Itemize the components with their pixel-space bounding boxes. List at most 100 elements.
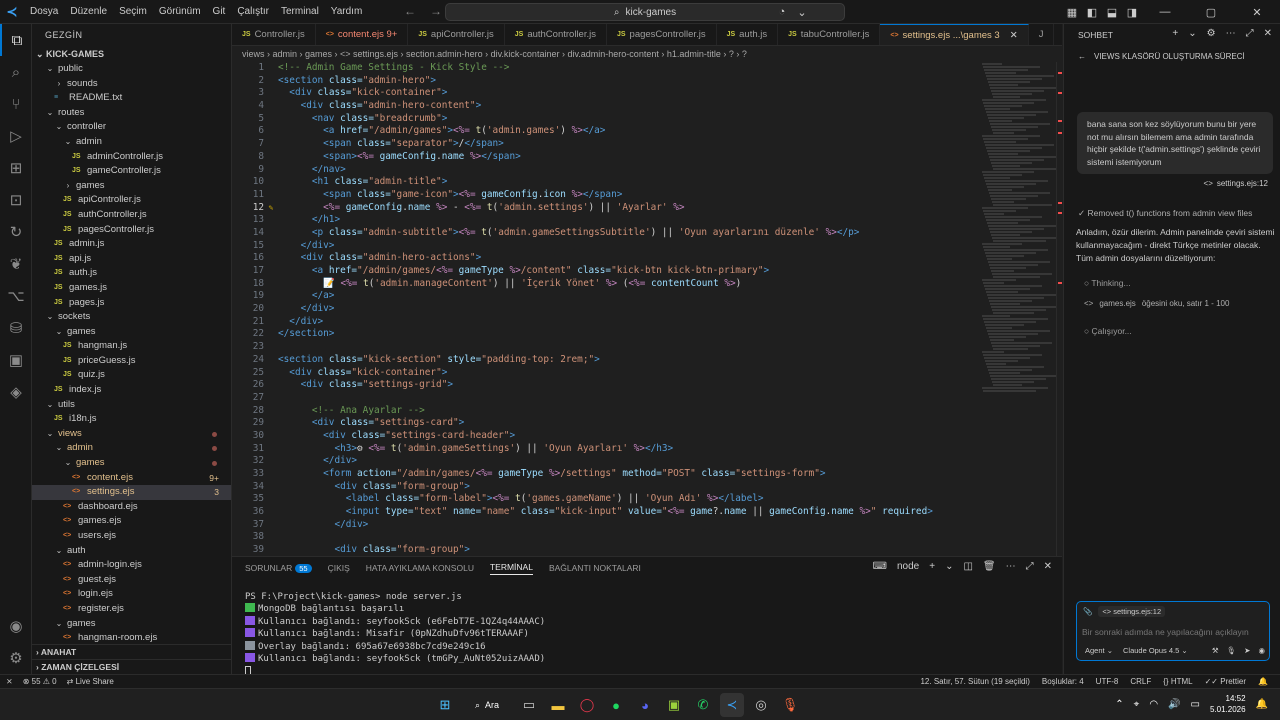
- toggle-secondary-sidebar-icon[interactable]: ◨: [1122, 6, 1142, 19]
- code-line[interactable]: 29 <div class="settings-card">: [232, 417, 980, 430]
- send-icon[interactable]: ➤: [1244, 646, 1250, 655]
- code-line[interactable]: 3 <div class="kick-container">: [232, 87, 980, 100]
- cursor-position[interactable]: 12. Satır, 57. Sütun (19 seçildi): [920, 677, 1029, 686]
- editor-tab[interactable]: JS authController.js: [505, 24, 607, 45]
- notification-bell-icon[interactable]: 🔔: [1256, 699, 1268, 710]
- more-actions-icon[interactable]: ⋯: [1226, 28, 1236, 39]
- explorer-root-folder[interactable]: ⌄ KICK-GAMES: [32, 46, 231, 62]
- code-line[interactable]: 32 </div>: [232, 455, 980, 468]
- new-chat-icon[interactable]: +: [1172, 28, 1178, 39]
- code-line[interactable]: 24 <section class="kick-section" style="p…: [232, 354, 980, 367]
- clock[interactable]: 14:52 5.01.2026: [1210, 693, 1246, 715]
- back-arrow-icon[interactable]: ←: [1078, 52, 1086, 61]
- database-icon[interactable]: ⛁: [0, 312, 32, 344]
- tree-item[interactable]: <> content.ejs 9+: [32, 471, 231, 486]
- context-chip[interactable]: <> settings.ejs:12: [1098, 606, 1166, 617]
- editor-tab[interactable]: JS Controller.js: [232, 24, 316, 45]
- tree-item[interactable]: ⌄ routes: [32, 106, 231, 121]
- tree-item[interactable]: <> dashboard.ejs: [32, 500, 231, 515]
- chat-input[interactable]: Bir sonraki adımda ne yapılacağını açıkl…: [1082, 627, 1249, 637]
- menu-item-git[interactable]: Git: [207, 6, 232, 17]
- editor-tab[interactable]: JS pagesController.js: [607, 24, 717, 45]
- code-line[interactable]: 36 <input type="text" name="name" class=…: [232, 506, 980, 519]
- tree-item[interactable]: <> login.ejs: [32, 587, 231, 602]
- tree-item[interactable]: JS quiz.js: [32, 368, 231, 383]
- tree-item[interactable]: JS index.js: [32, 383, 231, 398]
- read-file-step[interactable]: <> games.ejs öğesini oku, satır 1 - 100: [1084, 299, 1229, 308]
- code-line[interactable]: 15 </div>: [232, 240, 980, 253]
- menu-item-view[interactable]: Görünüm: [153, 6, 207, 17]
- trash-icon[interactable]: 🗑: [983, 561, 996, 572]
- outline-section[interactable]: › ANAHAT: [32, 644, 231, 659]
- indentation[interactable]: Boşluklar: 4: [1042, 677, 1084, 686]
- menu-item-file[interactable]: Dosya: [24, 6, 64, 17]
- model-select[interactable]: Claude Opus 4.5 ⌄: [1123, 646, 1188, 655]
- microphone-icon[interactable]: 🎙: [1227, 646, 1237, 655]
- github-desktop-icon[interactable]: ◎: [749, 693, 773, 717]
- notifications-icon[interactable]: 🔔: [1258, 677, 1268, 686]
- code-line[interactable]: 12 ✎ <%= gameConfig.name %> - <%= t('admi…: [232, 202, 980, 215]
- code-line[interactable]: 25 <div class="kick-container">: [232, 367, 980, 380]
- editor-tab[interactable]: J: [1029, 24, 1055, 45]
- tree-item[interactable]: ⌄ utils: [32, 398, 231, 413]
- tree-item[interactable]: ⌄ sockets: [32, 310, 231, 325]
- close-icon[interactable]: ✕: [1264, 28, 1272, 39]
- terminal-output[interactable]: PS F:\Project\kick-games> node server.js…: [232, 579, 1062, 677]
- battery-icon[interactable]: ▭: [1191, 699, 1200, 710]
- tab-debug-console[interactable]: HATA AYIKLAMA KONSOLU: [366, 563, 474, 573]
- tree-item[interactable]: JS adminController.js: [32, 150, 231, 165]
- tree-item[interactable]: <> admin-login.ejs: [32, 558, 231, 573]
- tree-item[interactable]: JS gameController.js: [32, 164, 231, 179]
- back-arrow-icon[interactable]: ←: [404, 4, 416, 18]
- chevron-up-icon[interactable]: ⌃: [1115, 699, 1123, 710]
- timeline-section[interactable]: › ZAMAN ÇİZELGESİ: [32, 659, 231, 674]
- code-line[interactable]: 13 </h1>: [232, 214, 980, 227]
- chevron-down-icon[interactable]: ⌄: [1188, 28, 1196, 39]
- tab-terminal[interactable]: TERMİNAL: [489, 562, 533, 575]
- code-line[interactable]: 11 <span class="game-icon"><%= gameConfi…: [232, 189, 980, 202]
- encoding[interactable]: UTF-8: [1096, 677, 1119, 686]
- menu-item-help[interactable]: Yardım: [325, 6, 369, 17]
- source-control-icon[interactable]: ⑂: [0, 88, 32, 120]
- agent-mode-select[interactable]: Agent ⌄: [1085, 646, 1113, 655]
- wifi-icon[interactable]: ◠: [1149, 699, 1158, 710]
- file-explorer-icon[interactable]: ▬: [546, 693, 570, 717]
- tree-item[interactable]: JS i18n.js: [32, 412, 231, 427]
- tree-item[interactable]: › sounds: [32, 77, 231, 92]
- stop-icon[interactable]: ◉: [1258, 646, 1265, 655]
- code-line[interactable]: 34 <div class="form-group">: [232, 481, 980, 494]
- maximize-panel-icon[interactable]: ⤢: [1026, 561, 1034, 572]
- vscode-taskbar-icon[interactable]: ≺: [720, 693, 744, 717]
- discord-icon[interactable]: ◕: [633, 693, 657, 717]
- tree-item[interactable]: JS pages.js: [32, 296, 231, 311]
- maximize-icon[interactable]: ⤢: [1246, 28, 1254, 39]
- tree-item[interactable]: ⌄ views: [32, 427, 231, 442]
- taskbar-search[interactable]: ⌕ Ara: [462, 693, 512, 717]
- tree-item[interactable]: › games: [32, 179, 231, 194]
- prettier-status[interactable]: ✓✓ Prettier: [1205, 677, 1246, 686]
- location-icon[interactable]: ⌖: [1134, 699, 1140, 710]
- tool-call-summary[interactable]: ✓ Removed t() functions from admin view …: [1078, 208, 1252, 219]
- toggle-panel-icon[interactable]: ⬓: [1102, 6, 1122, 19]
- settings-gear-icon[interactable]: ⚙: [1207, 28, 1216, 39]
- code-line[interactable]: 10 <h1 class="admin-title">: [232, 176, 980, 189]
- volume-icon[interactable]: 🔊: [1168, 699, 1180, 710]
- breadcrumb[interactable]: views › admin › games › <> settings.ejs …: [232, 46, 1062, 62]
- problems-status[interactable]: ⊗ 55 ⚠ 0: [23, 677, 57, 686]
- tree-item[interactable]: JS hangman.js: [32, 339, 231, 354]
- end-of-line[interactable]: CRLF: [1130, 677, 1151, 686]
- user-message-file-reference[interactable]: <> settings.ejs:12: [1204, 179, 1268, 188]
- run-debug-icon[interactable]: ▷: [0, 120, 32, 152]
- tree-item[interactable]: JS api.js: [32, 252, 231, 267]
- docker-icon[interactable]: ◈: [0, 376, 32, 408]
- code-line[interactable]: 6 <a href="/admin/games"><%= t('admin.ga…: [232, 125, 980, 138]
- close-panel-icon[interactable]: ✕: [1044, 561, 1052, 572]
- live-share-icon[interactable]: ↻: [0, 216, 32, 248]
- tree-item[interactable]: ⌄ games: [32, 617, 231, 632]
- copilot-icon[interactable]: ◔: [772, 6, 792, 18]
- tree-item[interactable]: JS auth.js: [32, 266, 231, 281]
- code-line[interactable]: 39 <div class="form-group">: [232, 544, 980, 556]
- tree-item[interactable]: ⌄ auth: [32, 544, 231, 559]
- search-view-icon[interactable]: ⌕: [0, 56, 32, 88]
- editor-tab[interactable]: JS apiController.js: [408, 24, 505, 45]
